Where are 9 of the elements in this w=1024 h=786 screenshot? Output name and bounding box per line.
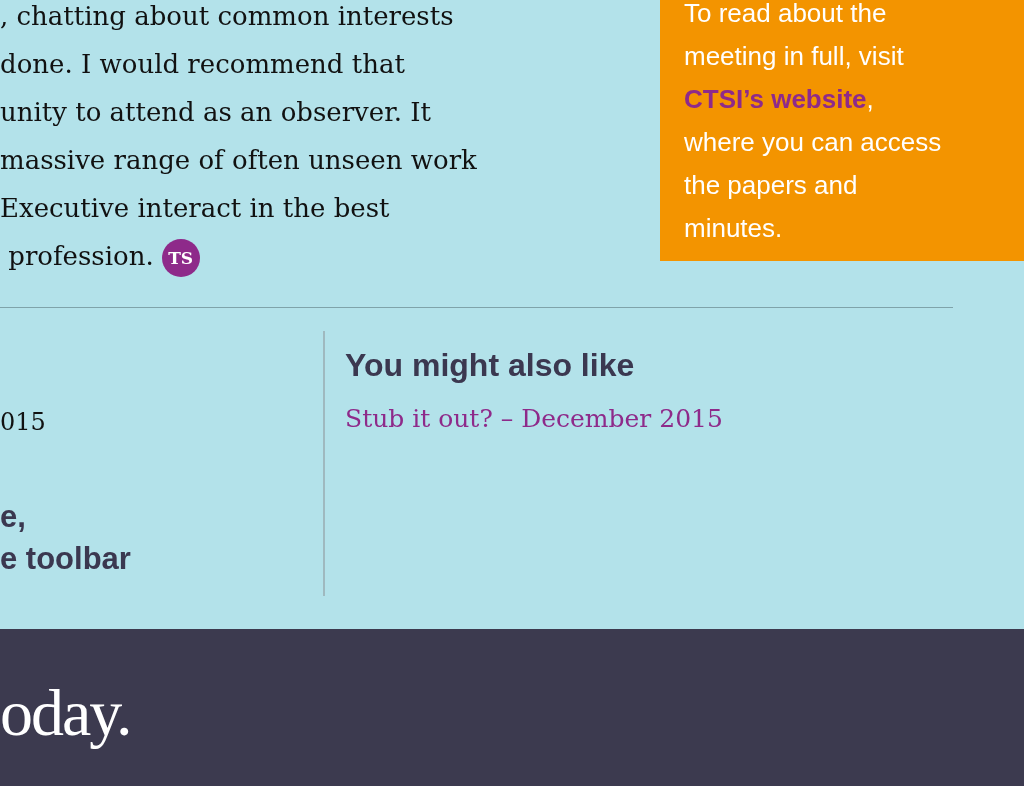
- related-heading: You might also like: [345, 346, 636, 385]
- author-initials-badge: TS: [161, 239, 200, 277]
- share-text: e, e toolbar: [0, 498, 132, 578]
- article-paragraph: , chatting about common interests done. I would recommend that unity to attend as an observer. It massive range of often unseen work Executive interact in the best profession. TS: [0, 0, 660, 280]
- website-link[interactable]: CTSI’s website: [684, 84, 867, 114]
- related-article-link[interactable]: Stub it out? – December 2015: [345, 402, 723, 436]
- callout-text: To read about the meeting in full, visit CTSI’s website, where you can access the papers and minutes.: [684, 0, 943, 245]
- date-text: 015: [0, 407, 47, 438]
- logo-text: oday.: [0, 674, 131, 751]
